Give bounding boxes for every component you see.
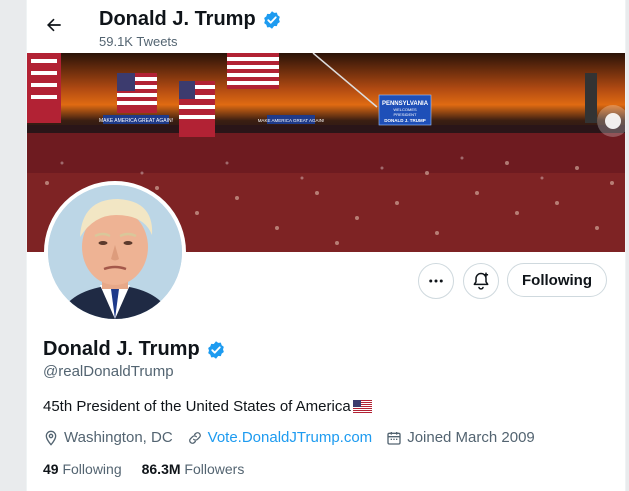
following-button[interactable]: Following <box>507 263 607 297</box>
profile-page: Donald J. Trump 59.1K Tweets MAKE AMERIC… <box>26 0 626 491</box>
joined-text: Joined March 2009 <box>407 429 535 446</box>
profile-bio: 45th President of the United States of A… <box>43 398 372 415</box>
svg-text:MAKE AMERICA GREAT AGAIN!: MAKE AMERICA GREAT AGAIN! <box>258 118 325 123</box>
profile-name: Donald J. Trump <box>43 338 226 361</box>
notifications-button[interactable] <box>463 263 499 299</box>
profile-photo-icon <box>48 185 182 319</box>
back-button[interactable] <box>37 8 71 42</box>
location-item: Washington, DC <box>43 429 173 446</box>
more-dots-icon <box>429 279 443 283</box>
location-text: Washington, DC <box>64 429 173 446</box>
svg-text:DONALD J. TRUMP: DONALD J. TRUMP <box>384 118 426 123</box>
profile-meta: Washington, DC Vote.DonaldJTrump.com Joi… <box>43 429 549 446</box>
profile-name-text: Donald J. Trump <box>43 338 200 360</box>
following-label: Following <box>62 461 122 477</box>
header-tweet-count: 59.1K Tweets <box>99 34 178 49</box>
followers-label: Followers <box>184 461 245 477</box>
following-count-link[interactable]: 49 Following <box>43 461 122 477</box>
back-arrow-icon <box>47 18 61 32</box>
website-item[interactable]: Vote.DonaldJTrump.com <box>187 429 373 446</box>
bio-text: 45th President of the United States of A… <box>43 398 351 415</box>
us-flag-icon <box>352 400 372 413</box>
header-title: Donald J. Trump <box>99 8 282 31</box>
profile-header-bar: Donald J. Trump 59.1K Tweets <box>27 0 625 53</box>
header-name-text: Donald J. Trump <box>99 8 256 30</box>
link-icon <box>188 431 201 444</box>
svg-text:PRESIDENT: PRESIDENT <box>394 112 417 117</box>
profile-handle: @realDonaldTrump <box>43 363 174 380</box>
verified-badge-icon <box>263 10 280 29</box>
more-options-button[interactable] <box>418 263 454 299</box>
joined-item: Joined March 2009 <box>386 429 535 446</box>
bell-plus-icon <box>473 272 489 290</box>
location-pin-icon <box>45 430 57 446</box>
follow-counts: 49 Following 86.3M Followers <box>43 461 244 477</box>
followers-count-link[interactable]: 86.3M Followers <box>142 461 245 477</box>
svg-text:MAKE AMERICA GREAT AGAIN!: MAKE AMERICA GREAT AGAIN! <box>99 118 173 124</box>
following-count: 49 <box>43 461 59 477</box>
verified-badge-icon <box>207 340 224 359</box>
calendar-icon <box>387 431 401 445</box>
flag-decoration <box>27 53 597 137</box>
avatar[interactable] <box>44 181 186 323</box>
website-link[interactable]: Vote.DonaldJTrump.com <box>208 429 373 446</box>
followers-count: 86.3M <box>141 461 181 477</box>
